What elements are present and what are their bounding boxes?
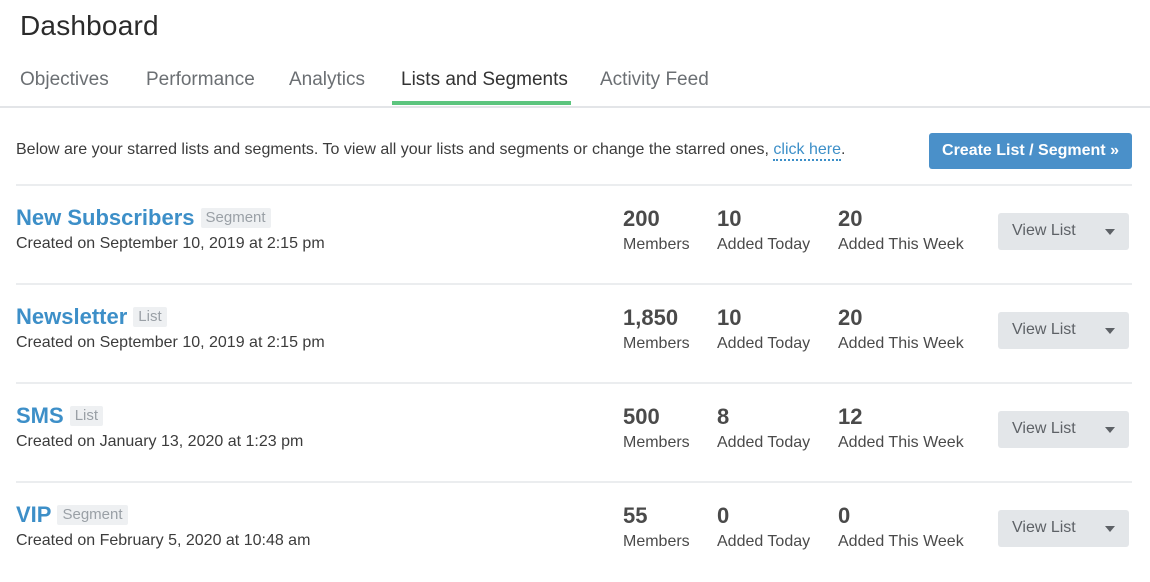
added-week-label: Added This Week	[838, 533, 964, 550]
list-row: VIP Segment Created on February 5, 2020 a…	[16, 481, 1132, 582]
click-here-link[interactable]: click here	[773, 141, 841, 161]
added-today-count: 10	[717, 206, 742, 231]
view-list-button[interactable]: View List	[998, 213, 1129, 250]
created-date: Created on January 13, 2020 at 1:23 pm	[16, 433, 304, 450]
list-name-link[interactable]: Newsletter List	[16, 303, 167, 331]
list-name-link[interactable]: VIP Segment	[16, 501, 128, 529]
members-stat: 200 Members	[623, 206, 690, 254]
tab-lists-and-segments[interactable]: Lists and Segments	[401, 68, 568, 92]
added-today-stat: 8 Added Today	[717, 404, 810, 452]
added-today-count: 8	[717, 404, 730, 429]
added-week-count: 0	[838, 503, 851, 528]
added-today-count: 10	[717, 305, 742, 330]
members-label: Members	[623, 533, 690, 550]
list-name[interactable]: VIP	[16, 502, 51, 527]
list-row: Newsletter List Created on September 10, …	[16, 283, 1132, 384]
added-today-stat: 10 Added Today	[717, 305, 810, 353]
list-name-link[interactable]: SMS List	[16, 402, 104, 430]
members-label: Members	[623, 434, 690, 451]
type-badge: Segment	[200, 208, 271, 228]
added-week-count: 20	[838, 305, 863, 330]
members-count: 200	[623, 206, 660, 231]
active-tab-indicator	[392, 101, 571, 105]
page-title: Dashboard	[20, 10, 159, 41]
tab-activity-feed[interactable]: Activity Feed	[600, 68, 709, 92]
list-name[interactable]: SMS	[16, 403, 64, 428]
list-row: New Subscribers Segment Created on Septem…	[16, 184, 1132, 285]
list-name[interactable]: New Subscribers	[16, 205, 195, 230]
added-today-label: Added Today	[717, 335, 811, 352]
created-date: Created on September 10, 2019 at 2:15 pm	[16, 334, 325, 351]
view-list-button[interactable]: View List	[998, 411, 1129, 448]
added-today-label: Added Today	[717, 434, 811, 451]
list-name-link[interactable]: New Subscribers Segment	[16, 204, 271, 232]
intro-text: Below are your starred lists and segment…	[16, 141, 846, 161]
added-week-count: 12	[838, 404, 863, 429]
added-today-stat: 10 Added Today	[717, 206, 810, 254]
added-week-count: 20	[838, 206, 863, 231]
view-list-button[interactable]: View List	[998, 312, 1129, 349]
added-today-count: 0	[717, 503, 730, 528]
view-list-label[interactable]: View List	[1012, 420, 1076, 438]
tab-objectives[interactable]: Objectives	[20, 68, 109, 92]
members-stat: 1,850 Members	[623, 305, 690, 353]
intro-message: Below are your starred lists and segment…	[16, 141, 774, 158]
added-today-label: Added Today	[717, 236, 811, 253]
members-label: Members	[623, 335, 690, 352]
list-row: SMS List Created on January 13, 2020 at 1…	[16, 382, 1132, 483]
members-label: Members	[623, 236, 690, 253]
chevron-down-icon[interactable]	[1105, 229, 1115, 235]
chevron-down-icon[interactable]	[1105, 526, 1115, 532]
view-list-label[interactable]: View List	[1012, 222, 1076, 240]
added-week-stat: 0 Added This Week	[838, 503, 964, 551]
added-week-label: Added This Week	[838, 434, 964, 451]
members-count: 500	[623, 404, 660, 429]
tab-performance[interactable]: Performance	[146, 68, 255, 92]
list-name[interactable]: Newsletter	[16, 304, 127, 329]
members-stat: 500 Members	[623, 404, 690, 452]
added-week-stat: 20 Added This Week	[838, 206, 964, 254]
members-stat: 55 Members	[623, 503, 690, 551]
added-week-label: Added This Week	[838, 335, 964, 352]
members-count: 55	[623, 503, 648, 528]
type-badge: Segment	[57, 505, 128, 525]
tab-bar: Objectives Performance Analytics Lists a…	[0, 60, 1150, 108]
created-date: Created on February 5, 2020 at 10:48 am	[16, 532, 311, 549]
chevron-down-icon[interactable]	[1105, 328, 1115, 334]
added-week-stat: 12 Added This Week	[838, 404, 964, 452]
view-list-button[interactable]: View List	[998, 510, 1129, 547]
added-week-label: Added This Week	[838, 236, 964, 253]
added-today-stat: 0 Added Today	[717, 503, 810, 551]
create-list-segment-button[interactable]: Create List / Segment »	[929, 133, 1132, 169]
added-week-stat: 20 Added This Week	[838, 305, 964, 353]
view-list-label[interactable]: View List	[1012, 519, 1076, 537]
type-badge: List	[69, 406, 104, 426]
type-badge: List	[133, 307, 167, 327]
intro-suffix: .	[841, 141, 846, 158]
view-list-label[interactable]: View List	[1012, 321, 1076, 339]
added-today-label: Added Today	[717, 533, 811, 550]
tab-analytics[interactable]: Analytics	[289, 68, 365, 92]
members-count: 1,850	[623, 305, 679, 330]
chevron-down-icon[interactable]	[1105, 427, 1115, 433]
created-date: Created on September 10, 2019 at 2:15 pm	[16, 235, 325, 252]
